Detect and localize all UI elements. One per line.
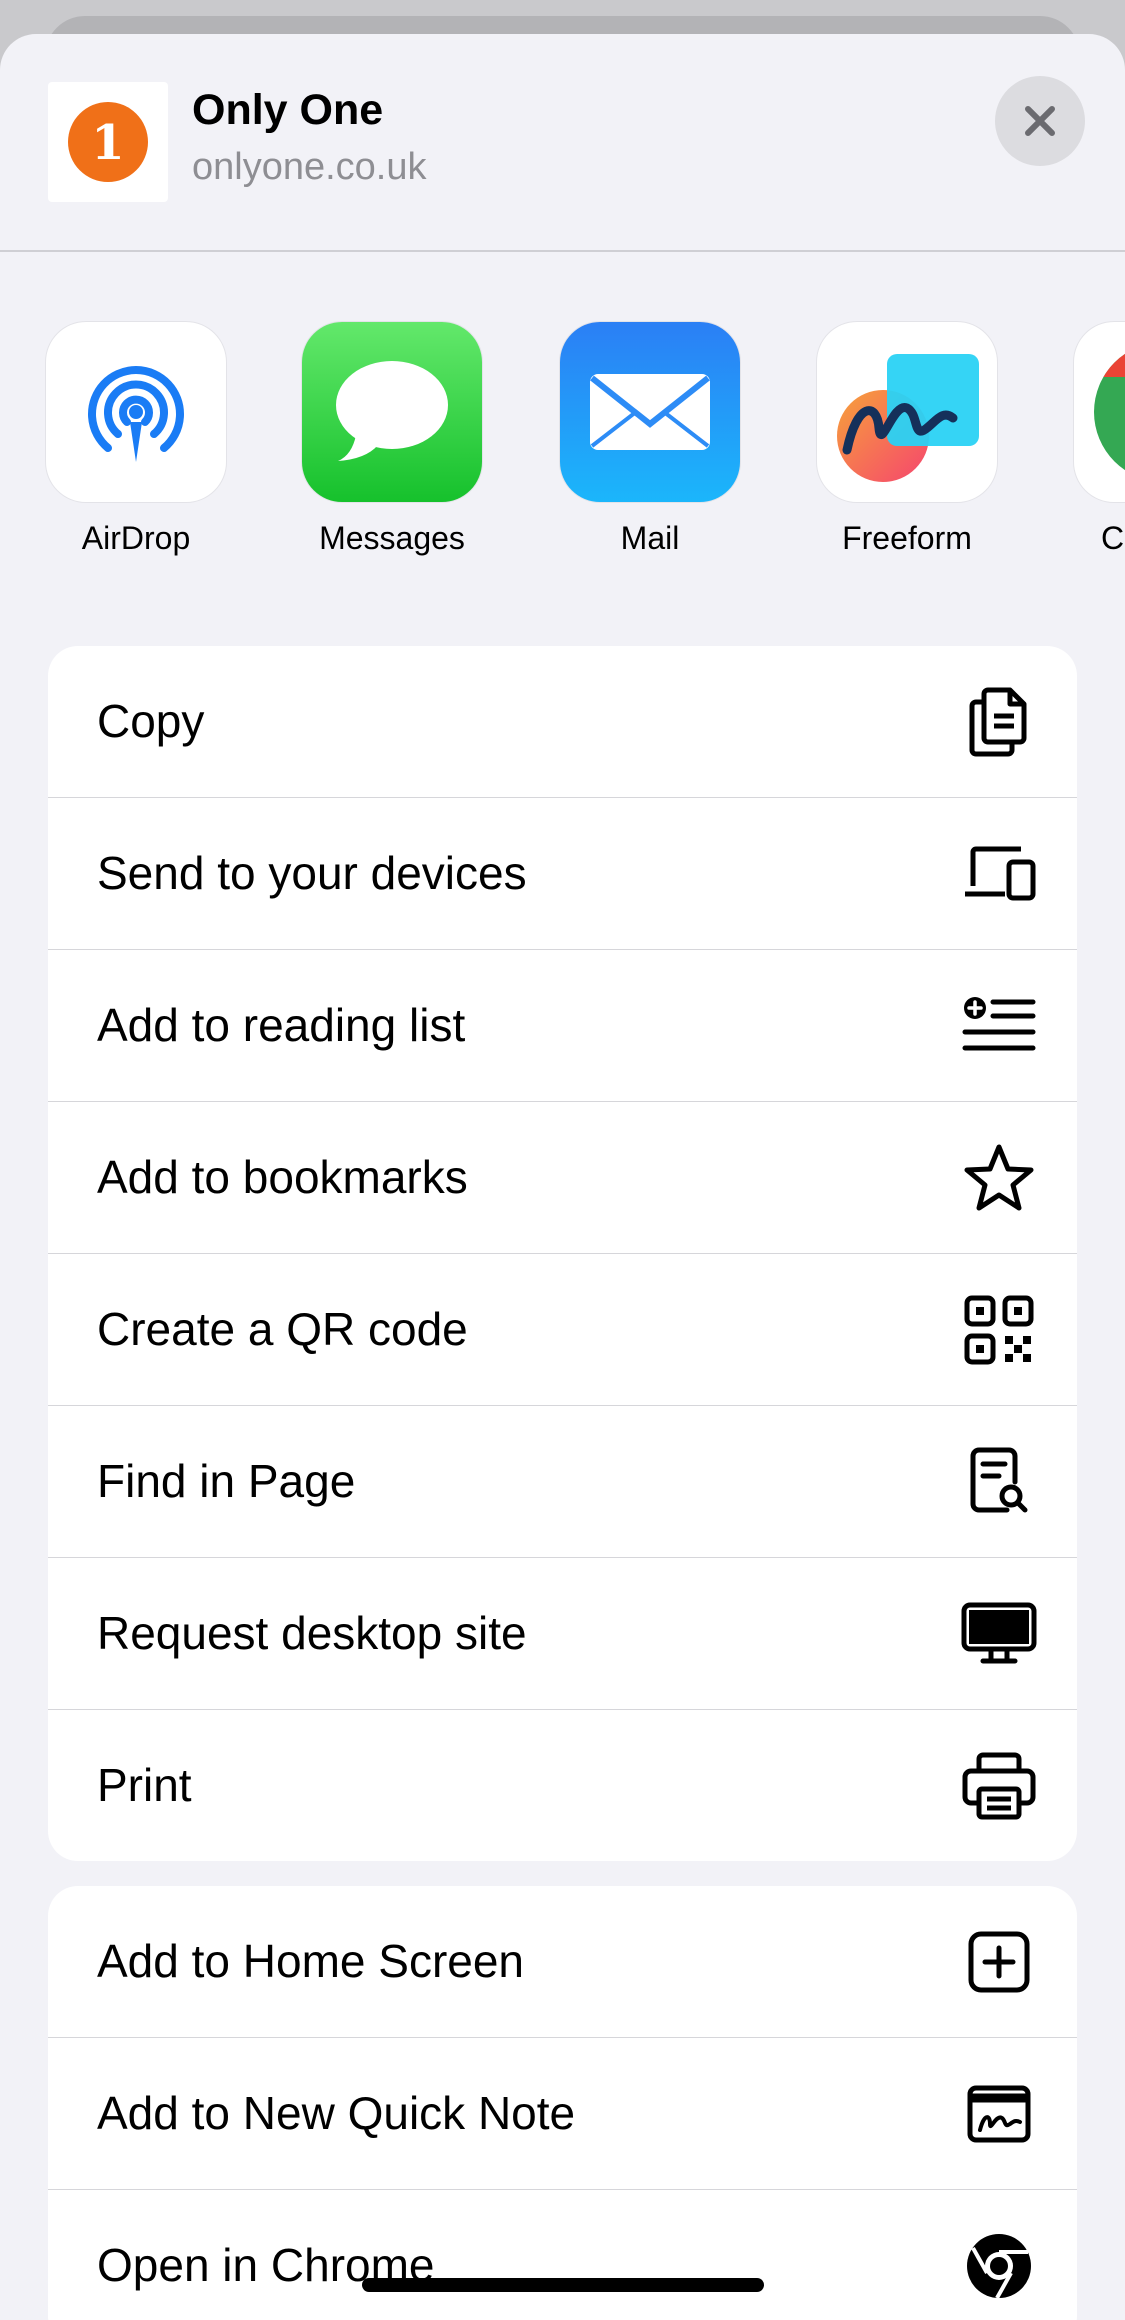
share-sheet: 1 Only One onlyone.co.uk AirDrop Message…	[0, 34, 1125, 2320]
app-airdrop[interactable]: AirDrop	[46, 322, 226, 557]
printer-icon	[961, 1748, 1037, 1824]
chrome-icon	[961, 2228, 1037, 2304]
mail-icon	[560, 322, 740, 502]
close-button[interactable]	[995, 76, 1085, 166]
home-indicator[interactable]	[362, 2278, 764, 2292]
app-label: Freeform	[842, 520, 972, 556]
messages-icon	[302, 322, 482, 502]
action-find-in-page[interactable]: Find in Page	[48, 1406, 1077, 1558]
freeform-icon	[817, 322, 997, 502]
site-title: Only One	[192, 86, 384, 134]
action-add-to-bookmarks[interactable]: Add to bookmarks	[48, 1102, 1077, 1254]
reading-list-icon	[961, 988, 1037, 1064]
action-request-desktop-site[interactable]: Request desktop site	[48, 1558, 1077, 1710]
airdrop-icon	[46, 322, 226, 502]
chrome-icon	[1074, 322, 1125, 502]
svg-text:1: 1	[91, 115, 124, 171]
actions-group-secondary: Add to Home Screen Add to New Quick Note…	[48, 1886, 1077, 2320]
action-label: Add to Home Screen	[97, 1935, 525, 1987]
action-label: Copy	[97, 695, 205, 747]
app-label: AirDrop	[81, 520, 191, 556]
star-icon	[961, 1140, 1037, 1216]
action-label: Send to your devices	[97, 847, 527, 899]
app-row: AirDrop Messages Mail Freeform C	[0, 322, 1125, 612]
desktop-icon	[961, 1596, 1037, 1672]
action-create-qr-code[interactable]: Create a QR code	[48, 1254, 1077, 1406]
action-add-to-home-screen[interactable]: Add to Home Screen	[48, 1886, 1077, 2038]
qr-code-icon	[961, 1292, 1037, 1368]
add-square-icon	[961, 1924, 1037, 2000]
app-label: Messages	[319, 520, 465, 556]
action-label: Add to New Quick Note	[97, 2087, 576, 2139]
app-messages[interactable]: Messages	[302, 322, 482, 557]
find-in-page-icon	[961, 1444, 1037, 1520]
action-label: Open in Chrome	[97, 2239, 435, 2291]
app-label: Mail	[620, 520, 680, 556]
actions-group-primary: Copy Send to your devices Add to reading…	[48, 646, 1077, 1861]
site-favicon: 1	[48, 82, 168, 202]
action-label: Add to bookmarks	[97, 1151, 468, 1203]
app-chrome[interactable]: C	[1074, 322, 1125, 557]
action-label: Request desktop site	[97, 1607, 527, 1659]
action-label: Create a QR code	[97, 1303, 468, 1355]
quick-note-icon	[961, 2076, 1037, 2152]
close-icon	[1025, 106, 1055, 136]
action-copy[interactable]: Copy	[48, 646, 1077, 798]
site-url: onlyone.co.uk	[192, 146, 427, 188]
app-freeform[interactable]: Freeform	[817, 322, 997, 557]
share-header: 1 Only One onlyone.co.uk	[0, 34, 1125, 252]
action-open-in-chrome[interactable]: Open in Chrome	[48, 2190, 1077, 2320]
action-send-to-devices[interactable]: Send to your devices	[48, 798, 1077, 950]
only-one-logo-icon: 1	[68, 102, 148, 182]
action-add-to-quick-note[interactable]: Add to New Quick Note	[48, 2038, 1077, 2190]
copy-icon	[961, 684, 1037, 760]
app-label: C	[1101, 520, 1125, 556]
app-mail[interactable]: Mail	[560, 322, 740, 557]
devices-icon	[961, 836, 1037, 912]
action-add-to-reading-list[interactable]: Add to reading list	[48, 950, 1077, 1102]
action-print[interactable]: Print	[48, 1710, 1077, 1861]
action-label: Add to reading list	[97, 999, 466, 1051]
action-label: Print	[97, 1759, 192, 1811]
action-label: Find in Page	[97, 1455, 356, 1507]
